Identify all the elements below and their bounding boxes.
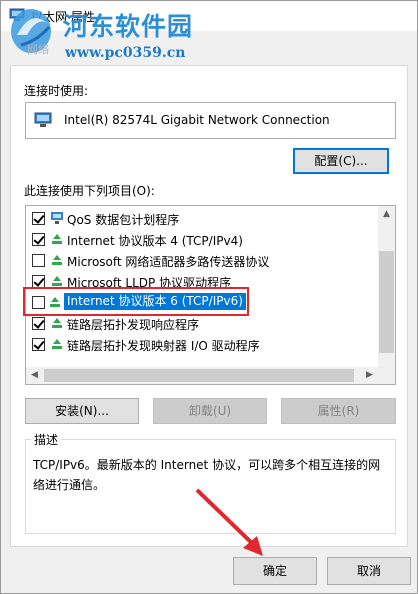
scroll-right-icon[interactable]: ▶ — [361, 370, 378, 380]
cancel-button[interactable]: 取消 — [327, 557, 411, 585]
item-label: QoS 数据包计划程序 — [67, 213, 180, 227]
red-arrow-icon — [195, 488, 263, 556]
ok-button[interactable]: 确定 — [233, 557, 317, 585]
protocol-icon — [52, 255, 62, 265]
vertical-scroll-thumb[interactable] — [379, 251, 394, 353]
list-item[interactable]: Internet 协议版本 4 (TCP/IPv4) — [26, 229, 378, 250]
horizontal-scrollbar[interactable]: ◀ ▶ — [26, 367, 378, 384]
window-title: 以太网 属性 — [31, 10, 95, 24]
item-label: Microsoft 网络适配器多路传送器协议 — [67, 255, 270, 269]
adapter-name: Intel(R) 82574L Gigabit Network Connecti… — [64, 113, 330, 127]
install-button[interactable]: 安装(N)... — [25, 398, 139, 424]
properties-dialog: 以太网 属性 河东软件园 www.pc0359.cn 网络 连接时使用: Int… — [0, 0, 418, 594]
protocol-icon — [52, 318, 62, 328]
scroll-left-icon[interactable]: ◀ — [26, 370, 43, 380]
item-checkbox[interactable] — [32, 233, 45, 246]
title-bar: 以太网 属性 — [1, 1, 417, 31]
highlight-box — [23, 287, 249, 316]
list-item[interactable]: Microsoft 网络适配器多路传送器协议 — [26, 250, 378, 271]
protocol-icon — [52, 276, 62, 286]
network-adapter-icon — [9, 8, 25, 21]
protocol-icon — [52, 339, 62, 349]
list-item[interactable]: 链路层拓扑发现映射器 I/O 驱动程序 — [26, 334, 378, 355]
vertical-scrollbar[interactable]: ▲ — [378, 206, 395, 368]
scroll-corner — [378, 367, 395, 384]
watermark-url: www.pc0359.cn — [65, 45, 186, 61]
description-label: 描述 — [31, 431, 62, 448]
item-checkbox[interactable] — [32, 317, 45, 330]
protocol-icon — [52, 234, 62, 244]
adapter-box: Intel(R) 82574L Gigabit Network Connecti… — [25, 102, 396, 139]
properties-button[interactable]: 属性(R) — [281, 398, 396, 424]
uninstall-button[interactable]: 卸载(U) — [153, 398, 267, 424]
configure-button[interactable]: 配置(C)... — [293, 148, 389, 174]
item-label: Internet 协议版本 4 (TCP/IPv4) — [67, 234, 243, 248]
tab-network[interactable]: 网络 — [27, 41, 49, 57]
list-item[interactable]: 链路层拓扑发现响应程序 — [26, 313, 378, 334]
item-label: 链路层拓扑发现响应程序 — [67, 318, 200, 332]
qos-icon — [51, 212, 63, 224]
scroll-up-icon[interactable]: ▲ — [378, 209, 395, 219]
item-checkbox[interactable] — [32, 254, 45, 267]
horizontal-scroll-thumb[interactable] — [44, 369, 354, 382]
item-label: 链路层拓扑发现映射器 I/O 驱动程序 — [67, 339, 260, 353]
items-label: 此连接使用下列项目(O): — [24, 184, 155, 198]
connect-using-label: 连接时使用: — [24, 84, 89, 98]
item-checkbox[interactable] — [32, 212, 45, 225]
network-card-icon — [34, 112, 52, 127]
list-item[interactable]: QoS 数据包计划程序 — [26, 208, 378, 229]
item-checkbox[interactable] — [32, 338, 45, 351]
